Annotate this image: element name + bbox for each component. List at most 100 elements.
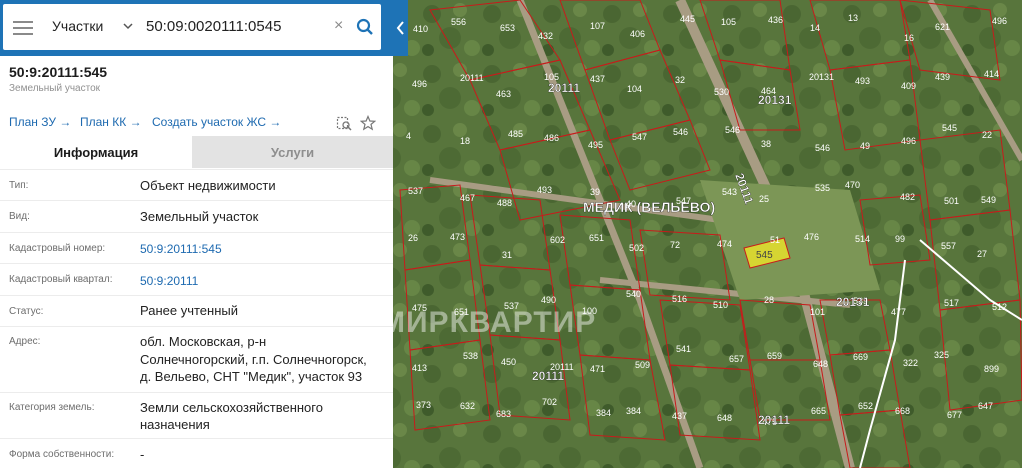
clear-icon[interactable]: × [334,17,343,35]
parcel-number-label: 471 [590,364,605,374]
parcel-number-label: 20111 [460,73,484,83]
row-label: Форма собственности: [9,449,115,460]
plan-kk-link[interactable]: План КК → [80,115,142,129]
parcel-subtitle: Земельный участок [9,83,101,94]
parcel-number-label: 101 [810,307,825,317]
parcel-number-label: 463 [496,89,511,99]
parcel-number-label: 322 [903,358,918,368]
place-label: МЕДИК (ВЕЛЬЕВО) [583,199,715,215]
parcel-number-label: 439 [935,72,950,82]
plan-zu-link[interactable]: План ЗУ → [9,115,71,129]
parcel-number-label: 104 [627,84,642,94]
parcel-number-label: 105 [721,17,736,27]
parcel-number-label: 556 [451,17,466,27]
parcel-number-label: 18 [460,136,470,146]
star-icon[interactable] [360,115,376,131]
parcel-number-label: 488 [497,198,512,208]
parcel-number-label: 40 [626,199,636,209]
parcel-number-label: 538 [463,351,478,361]
parcel-number-label: 474 [717,239,732,249]
parcel-number-label: 28 [764,295,774,305]
tab-bar: Информация Услуги [0,136,393,168]
tab-info[interactable]: Информация [0,136,192,168]
row-value: Земельный участок [140,209,259,224]
parcel-number-label: 482 [900,192,915,202]
parcel-number-label: 31 [502,250,512,260]
row-status: Статус: Ранее учтенный [0,295,393,327]
parcel-number-label: 413 [412,363,427,373]
parcel-number-label: 496 [992,16,1007,26]
parcel-number-label: 621 [935,22,950,32]
search-bar: Участки 50:09:0020111:0545 × [0,0,393,56]
parcel-number-label: 647 [978,401,993,411]
parcel-number-label: 543 [722,187,737,197]
row-label: Вид: [9,211,30,222]
watermark: МИРКВАРТИР [380,306,597,339]
parcel-number-label: 437 [590,74,605,84]
parcel-number-label: 49 [860,141,870,151]
row-label: Кадастровый номер: [9,243,106,254]
parcel-number-label: 373 [416,400,431,410]
quarter-label: 20131 [758,93,792,107]
parcel-number-label: 107 [590,21,605,31]
parcel-number-label: 32 [675,75,685,85]
parcel-number-label: 652 [858,401,873,411]
chevron-left-icon [396,21,404,35]
parcel-number-label: 14 [810,23,820,33]
row-label: Статус: [9,306,44,317]
parcel-number-label: 545 [942,123,957,133]
land-category-line: Земли сельскохозяйственного [140,400,323,415]
parcel-number-label: 547 [676,196,691,206]
parcel-number-label: 437 [672,411,687,421]
collapse-panel-button[interactable] [393,0,408,56]
parcel-number-label: 99 [895,234,905,244]
parcel-number-label: 677 [947,410,962,420]
layer-select[interactable]: Участки [52,18,103,34]
parcel-number-label: 477 [891,307,906,317]
parcel-number-label: 541 [676,344,691,354]
parcel-number-label: 493 [537,185,552,195]
parcel-number-label: 546 [673,127,688,137]
parcel-number-label: 432 [538,31,553,41]
row-cadastral-quarter: Кадастровый квартал: 50:9:20111 [0,263,393,296]
address-line: Солнечногорский, г.п. Солнечногорск, [140,352,367,367]
parcel-number-label: 39 [590,187,600,197]
parcel-number-label: 16 [904,33,914,43]
row-label: Кадастровый квартал: [9,274,113,285]
search-input[interactable]: 50:09:0020111:0545 [146,18,281,35]
parcel-number-label: 436 [768,15,783,25]
row-label: Адрес: [9,336,41,347]
parcel-number-label: 467 [460,193,475,203]
parcel-number-label: 410 [413,24,428,34]
row-value: Объект недвижимости [140,178,276,193]
parcel-number-label: 486 [544,133,559,143]
row-label: Категория земель: [9,402,95,413]
parcel-number-label: 537 [408,186,423,196]
cadastral-number-link[interactable]: 50:9:20111:545 [140,240,222,258]
row-address: Адрес: обл. Московская, р-н Солнечногорс… [0,326,393,393]
parcel-number-label: 702 [542,397,557,407]
parcel-number-label: 22 [982,130,992,140]
info-panel: Участки 50:09:0020111:0545 × 50:9:20111:… [0,0,393,468]
parcel-number-label: 549 [981,195,996,205]
cadastral-quarter-link[interactable]: 50:9:20111 [140,272,198,290]
parcel-number-label: 602 [550,235,565,245]
chevron-down-icon[interactable] [122,20,134,32]
tab-services[interactable]: Услуги [192,136,393,168]
menu-icon[interactable] [13,18,33,36]
parcel-number-label: 13 [848,13,858,23]
parcel-number-label: 20131 [809,72,834,82]
parcel-number-label: 450 [501,357,516,367]
zoom-to-parcel-icon[interactable] [336,115,352,131]
parcel-number-label: 659 [767,351,782,361]
parcel-number-label: 325 [934,350,949,360]
parcel-number-label: 493 [855,76,870,86]
row-type: Тип: Объект недвижимости [0,169,393,201]
parcel-number-label: 445 [680,14,695,24]
quarter-label: 20111 [758,413,790,427]
search-icon[interactable] [356,18,374,36]
create-parcel-link[interactable]: Создать участок ЖС → [152,115,281,129]
parcel-number-label: 517 [944,298,959,308]
parcel-number-label: 512 [992,302,1007,312]
row-value: - [140,447,145,462]
